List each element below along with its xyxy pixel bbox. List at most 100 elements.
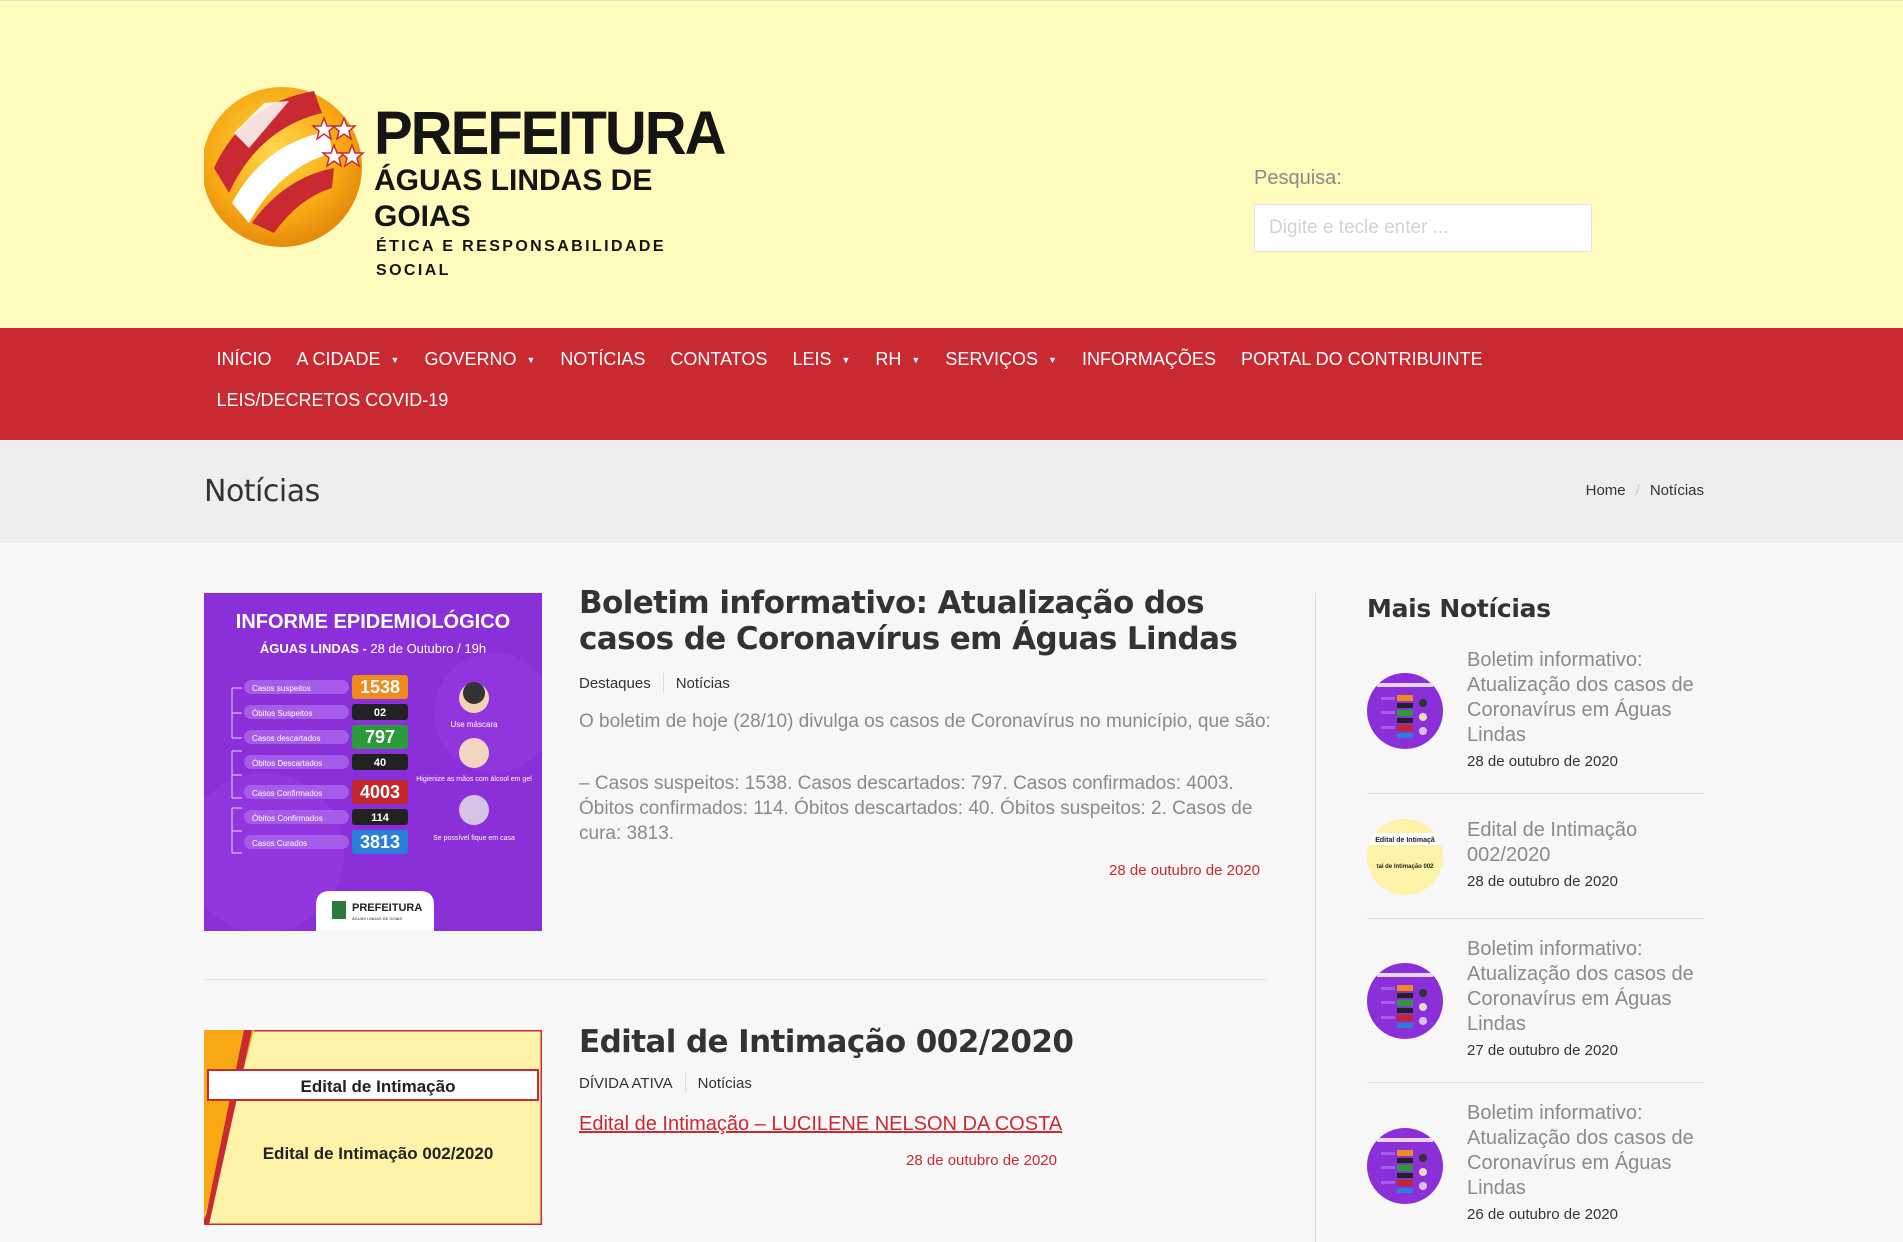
sidebar-news-thumbnail — [1367, 673, 1443, 749]
search-input[interactable] — [1254, 204, 1592, 252]
sidebar-news-title[interactable]: Boletim informativo: Atualização dos cas… — [1467, 1101, 1704, 1201]
sidebar-news-date: 26 de outubro de 2020 — [1467, 1206, 1618, 1223]
article-thumbnail-covid[interactable]: INFORME EPIDEMIOLÓGICO ÁGUAS LINDAS - 28… — [204, 593, 542, 931]
nav-item-informacoes[interactable]: INFORMAÇÕES — [1069, 349, 1228, 370]
caret-down-icon: ▼ — [390, 355, 400, 365]
nav-item-label: RH — [875, 348, 902, 369]
article-item: INFORME EPIDEMIOLÓGICO ÁGUAS LINDAS - 28… — [204, 585, 1271, 933]
infographic-tip-mask: Use máscara — [450, 720, 498, 729]
sidebar-news-title[interactable]: Edital de Intimação 002/2020 — [1467, 818, 1704, 868]
article-title[interactable]: Edital de Intimação 002/2020 — [579, 1024, 1259, 1060]
sidebar-news-thumbnail: Edital de Intimaçã tal de Intimação 002 — [1367, 819, 1443, 895]
infographic-badge-sub: ÁGUAS LINDAS DE GOIAS — [352, 916, 402, 921]
category-divider — [662, 673, 664, 693]
stat-label: Casos Curados — [252, 839, 307, 848]
article-divider — [204, 979, 1267, 980]
category-link[interactable]: Notícias — [676, 675, 730, 692]
stat-value: 797 — [365, 727, 395, 747]
page-title: Notícias — [204, 474, 320, 509]
main-nav: INÍCIO A CIDADE ▼ GOVERNO ▼ NOTÍCIAS CONTATOS L… — [0, 328, 1903, 440]
sidebar-news-thumbnail — [1367, 1128, 1443, 1204]
breadcrumb-home-link[interactable]: Home — [1586, 482, 1626, 499]
nav-item-contatos[interactable]: CONTATOS — [658, 349, 780, 370]
sidebar-news-item[interactable]: Boletim informativo: Atualização dos cas… — [1367, 648, 1704, 778]
nav-item-rh[interactable]: RH ▼ — [863, 349, 933, 370]
sidebar-news-thumbnail — [1367, 963, 1443, 1039]
article-date: 28 de outubro de 2020 — [1109, 862, 1260, 879]
caret-down-icon: ▼ — [911, 355, 921, 365]
article-title[interactable]: Boletim informativo: Atualização dos cas… — [579, 585, 1259, 657]
stat-label: Casos Confirmados — [252, 789, 322, 798]
logo-wordmark: PREFEITURA ÁGUAS LINDAS DE GOIAS ÉTICA E… — [374, 99, 727, 283]
logo-line3: ÉTICA E RESPONSABILIDADE SOCIAL — [376, 238, 666, 279]
category-divider — [684, 1073, 686, 1093]
edital-image: Edital de Intimação Edital de Intimação … — [203, 1029, 543, 1226]
article-categories: Destaques Notícias — [579, 673, 730, 693]
category-link[interactable]: DÍVIDA ATIVA — [579, 1075, 673, 1092]
nav-item-inicio[interactable]: INÍCIO — [204, 349, 284, 370]
article-document-link[interactable]: Edital de Intimação – LUCILENE NELSON DA… — [579, 1113, 1062, 1136]
nav-row-primary: INÍCIO A CIDADE ▼ GOVERNO ▼ NOTÍCIAS CONTATOS L… — [204, 328, 1495, 390]
logo-line1: PREFEITURA — [374, 99, 727, 168]
stat-value: 40 — [374, 757, 386, 769]
site-header: PREFEITURA ÁGUAS LINDAS DE GOIAS ÉTICA E… — [0, 0, 1903, 328]
sidebar-separator — [1367, 918, 1704, 919]
infographic-tip-hands: Higienize as mãos com álcool em gel — [416, 776, 532, 783]
infographic-subheading: ÁGUAS LINDAS - 28 de Outubro / 19h — [260, 641, 486, 656]
nav-row-secondary: LEIS/DECRETOS COVID-19 — [204, 390, 461, 432]
sidebar-news-item[interactable]: Boletim informativo: Atualização dos cas… — [1367, 1101, 1704, 1231]
sidebar-divider — [1315, 593, 1316, 1242]
sidebar-news-item[interactable]: Boletim informativo: Atualização dos cas… — [1367, 937, 1704, 1067]
stat-label: Casos descartados — [252, 734, 320, 743]
nav-item-governo[interactable]: GOVERNO ▼ — [412, 349, 548, 370]
page-titlebar: Notícias Home / Notícias — [0, 440, 1903, 543]
covid-bulletin-image: INFORME EPIDEMIOLÓGICO ÁGUAS LINDAS - 28… — [204, 593, 542, 931]
site-logo[interactable]: PREFEITURA ÁGUAS LINDAS DE GOIAS ÉTICA E… — [204, 73, 727, 279]
nav-item-leis[interactable]: LEIS ▼ — [780, 349, 863, 370]
edital-thumb-image: Edital de Intimaçã tal de Intimação 002 — [1367, 819, 1443, 895]
nav-item-portal-do-contribuinte[interactable]: PORTAL DO CONTRIBUINTE — [1228, 349, 1495, 370]
category-link[interactable]: Notícias — [698, 1075, 752, 1092]
covid-thumb-image — [1367, 1128, 1443, 1204]
nav-item-a-cidade[interactable]: A CIDADE ▼ — [284, 349, 412, 370]
article-date: 28 de outubro de 2020 — [906, 1152, 1057, 1169]
sidebar-separator — [1367, 1082, 1704, 1083]
infographic-subheading-date: 28 de Outubro / 19h — [367, 641, 486, 656]
sidebar-separator — [1367, 793, 1704, 794]
article-excerpt: O boletim de hoje (28/10) divulga os cas… — [579, 711, 1271, 732]
infographic-badge: PREFEITURA — [352, 902, 422, 914]
article-thumbnail-edital[interactable]: Edital de Intimação Edital de Intimação … — [203, 1029, 543, 1226]
nav-item-label: CONTATOS — [670, 348, 768, 369]
edital-thumb-text: Edital de Intimaçã — [1375, 837, 1435, 844]
category-link[interactable]: Destaques — [579, 675, 651, 692]
nav-item-label: INÍCIO — [216, 348, 272, 369]
nav-item-servicos[interactable]: SERVIÇOS ▼ — [933, 349, 1070, 370]
nav-item-noticias[interactable]: NOTÍCIAS — [548, 349, 658, 370]
article-item: Edital de Intimação Edital de Intimação … — [203, 1024, 1269, 1230]
infographic-heading: INFORME EPIDEMIOLÓGICO — [236, 609, 510, 633]
stat-label: Óbitos Suspeitos — [252, 709, 312, 718]
edital-image-title: Edital de Intimação — [301, 1077, 456, 1096]
covid-thumb-image — [1367, 673, 1443, 749]
stat-label: Óbitos Confirmados — [252, 814, 323, 823]
nav-item-leis-decretos-covid-19[interactable]: LEIS/DECRETOS COVID-19 — [204, 390, 461, 411]
nav-item-label: NOTÍCIAS — [560, 348, 646, 369]
infographic-tip-home: Se possível fique em casa — [433, 835, 515, 842]
article-excerpt-details: – Casos suspeitos: 1538. Casos descartad… — [579, 773, 1253, 844]
sidebar-news-title[interactable]: Boletim informativo: Atualização dos cas… — [1467, 648, 1704, 748]
nav-item-label: INFORMAÇÕES — [1081, 348, 1216, 369]
breadcrumb: Home / Notícias — [1586, 482, 1704, 499]
stat-label: Casos suspeitos — [252, 684, 311, 693]
sidebar-news-date: 27 de outubro de 2020 — [1467, 1042, 1618, 1059]
stat-label: Óbitos Descartados — [252, 759, 322, 768]
edital-image-subtitle: Edital de Intimação 002/2020 — [263, 1144, 494, 1163]
stat-value: 1538 — [360, 677, 400, 697]
infographic-subheading-city: ÁGUAS LINDAS - — [260, 641, 367, 656]
nav-item-label: GOVERNO — [424, 348, 517, 369]
sidebar-news-item[interactable]: Edital de Intimaçã tal de Intimação 002 … — [1367, 818, 1704, 898]
nav-item-label: SERVIÇOS — [945, 348, 1039, 369]
logo-emblem-icon — [204, 87, 366, 247]
sidebar-news-title[interactable]: Boletim informativo: Atualização dos cas… — [1467, 937, 1704, 1037]
sidebar-title: Mais Notícias — [1367, 594, 1551, 623]
sidebar-news-date: 28 de outubro de 2020 — [1467, 873, 1618, 890]
